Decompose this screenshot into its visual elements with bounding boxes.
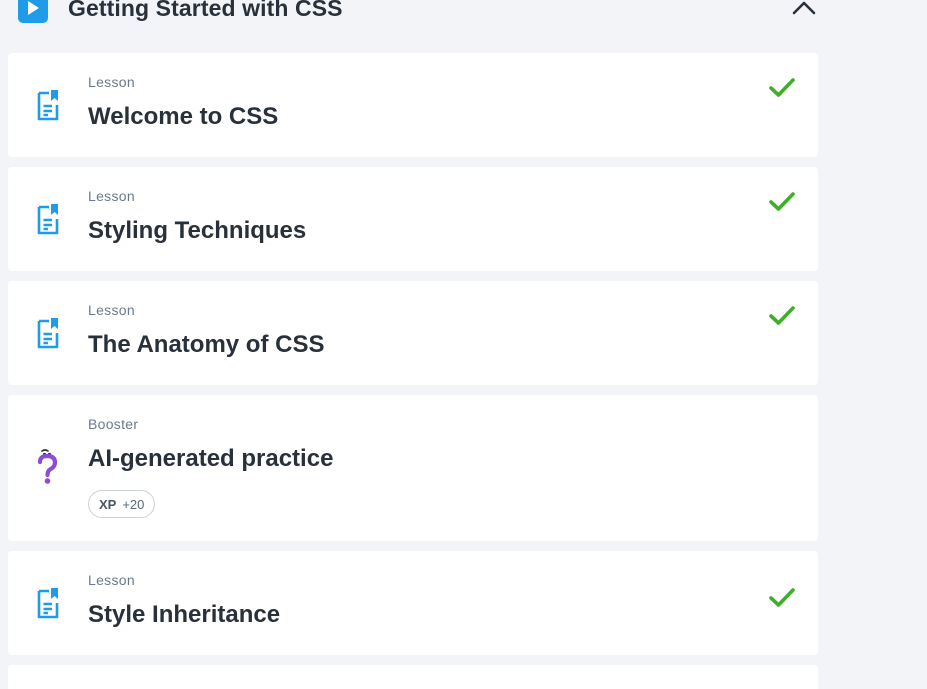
list-item[interactable]: Booster AI-generated practice XP +20 (8, 395, 818, 541)
item-kind: Lesson (88, 188, 135, 204)
list-item[interactable] (8, 665, 818, 689)
item-title: Styling Techniques (88, 217, 307, 244)
checkmark-icon (768, 77, 796, 99)
course-outline: Getting Started with CSS Lesson Welcome … (0, 0, 927, 689)
chevron-up-icon[interactable] (790, 0, 818, 22)
lesson-list: Lesson Welcome to CSS Lesson Styling Tec… (8, 53, 818, 689)
list-item[interactable]: Lesson The Anatomy of CSS (8, 281, 818, 385)
module-title: Getting Started with CSS (68, 0, 343, 21)
document-icon (35, 317, 61, 351)
item-title: The Anatomy of CSS (88, 331, 325, 358)
item-title: AI-generated practice (88, 445, 334, 472)
item-title: Welcome to CSS (88, 103, 279, 130)
xp-label: XP (99, 496, 117, 512)
item-title: Style Inheritance (88, 601, 281, 628)
list-item[interactable]: Lesson Style Inheritance (8, 551, 818, 655)
item-kind: Lesson (88, 302, 135, 318)
list-item[interactable]: Lesson Welcome to CSS (8, 53, 818, 157)
checkmark-icon (768, 305, 796, 327)
xp-badge: XP +20 (88, 490, 156, 518)
document-icon (35, 203, 61, 237)
checkmark-icon (768, 587, 796, 609)
xp-value: +20 (122, 496, 145, 512)
list-item[interactable]: Lesson Styling Techniques (8, 167, 818, 271)
play-icon (18, 0, 48, 23)
module-header[interactable]: Getting Started with CSS (18, 0, 818, 26)
question-mark-icon (35, 449, 61, 484)
item-kind: Lesson (88, 572, 135, 588)
document-icon (35, 587, 61, 621)
item-kind: Lesson (88, 74, 135, 90)
document-icon (35, 89, 61, 123)
checkmark-icon (768, 191, 796, 213)
item-kind: Booster (88, 416, 139, 432)
